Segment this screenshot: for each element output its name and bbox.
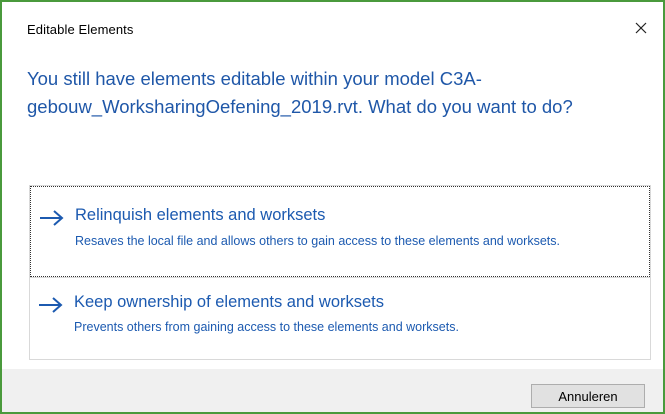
keep-ownership-option-title: Keep ownership of elements and worksets <box>74 293 385 311</box>
editable-elements-dialog: Editable Elements You still have element… <box>0 0 665 414</box>
close-icon <box>635 22 647 34</box>
close-button[interactable] <box>628 15 654 41</box>
keep-ownership-option-description: Prevents others from gaining access to t… <box>74 320 459 334</box>
relinquish-option-title: Relinquish elements and worksets <box>75 206 326 224</box>
dialog-question: You still have elements editable within … <box>27 68 573 117</box>
arrow-right-icon <box>40 210 64 226</box>
dialog-title: Editable Elements <box>27 22 134 37</box>
relinquish-option[interactable]: Relinquish elements and worksets Resaves… <box>30 186 650 277</box>
cancel-button[interactable]: Annuleren <box>531 384 645 408</box>
dialog-footer: Annuleren <box>2 369 663 412</box>
arrow-right-icon <box>39 297 63 313</box>
relinquish-option-description: Resaves the local file and allows others… <box>75 234 560 248</box>
dialog-titlebar: Editable Elements <box>2 2 663 54</box>
page: Editable Elements You still have element… <box>0 0 665 414</box>
keep-ownership-option[interactable]: Keep ownership of elements and worksets … <box>30 277 650 359</box>
command-links: Relinquish elements and worksets Resaves… <box>29 185 651 360</box>
